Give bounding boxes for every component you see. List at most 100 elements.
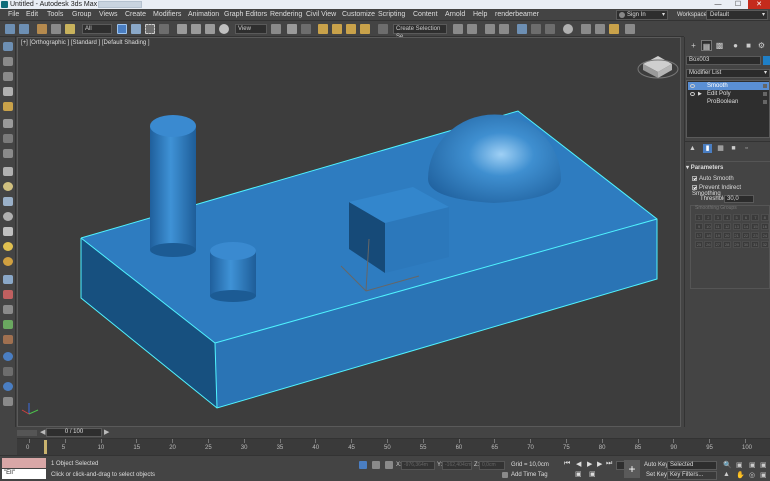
render-production-icon[interactable] bbox=[609, 24, 619, 34]
select-object-icon[interactable] bbox=[117, 24, 127, 34]
expand-icon[interactable]: ▶ bbox=[698, 90, 702, 98]
set-key-label[interactable]: Set Key bbox=[646, 472, 667, 478]
pan-view-icon[interactable]: ✋ bbox=[736, 471, 745, 479]
menu-tools[interactable]: Tools bbox=[47, 10, 63, 20]
maximize-button[interactable]: ☐ bbox=[728, 0, 748, 9]
time-slider-track[interactable] bbox=[17, 430, 37, 436]
smoothing-group-button[interactable]: 2 bbox=[704, 214, 713, 221]
viewport-orthographic[interactable]: [+] [Orthographic ] [Standard ] [Default… bbox=[17, 37, 681, 427]
show-end-result-icon[interactable]: ▮ bbox=[703, 144, 712, 153]
space-warp-icon[interactable] bbox=[3, 305, 13, 314]
pin-stack-icon[interactable]: ▲ bbox=[688, 144, 697, 153]
foliage-icon[interactable] bbox=[3, 335, 13, 344]
sphere-primitive-icon[interactable] bbox=[3, 182, 13, 191]
tall-cylinder[interactable] bbox=[150, 115, 196, 257]
smoothing-group-button[interactable]: 11 bbox=[713, 223, 722, 230]
box-primitive-icon[interactable] bbox=[3, 167, 13, 176]
layer-explorer-icon[interactable] bbox=[499, 24, 509, 34]
camera-icon[interactable] bbox=[3, 275, 13, 284]
orbit-view-icon[interactable]: ◎ bbox=[749, 471, 755, 479]
maxscript-listener-input[interactable]: "Ell" bbox=[2, 469, 46, 479]
hierarchy-tab-icon[interactable]: ▩ bbox=[714, 40, 725, 51]
key-filters-button[interactable]: Key Filters... bbox=[667, 471, 717, 480]
render-setup-icon[interactable] bbox=[581, 24, 591, 34]
maxscript-listener-output[interactable] bbox=[2, 458, 46, 468]
motion-tab-icon[interactable] bbox=[3, 87, 13, 96]
rotate-icon[interactable] bbox=[191, 24, 201, 34]
smoothing-group-button[interactable]: 3 bbox=[713, 214, 722, 221]
field-of-view-icon[interactable]: ▲ bbox=[723, 471, 730, 478]
undo-icon[interactable] bbox=[5, 24, 15, 34]
create-tab-icon[interactable]: + bbox=[688, 40, 699, 51]
smoothing-group-button[interactable]: 26 bbox=[704, 241, 713, 248]
smoothing-group-button[interactable]: 21 bbox=[732, 232, 741, 239]
edit-named-selection-icon[interactable] bbox=[378, 24, 388, 34]
walkthrough-icon[interactable] bbox=[3, 119, 13, 128]
menu-animation[interactable]: Animation bbox=[188, 10, 219, 20]
scale-icon[interactable] bbox=[205, 24, 215, 34]
make-unique-icon[interactable]: ▦ bbox=[716, 144, 725, 153]
menu-content[interactable]: Content bbox=[413, 10, 438, 20]
menu-edit[interactable]: Edit bbox=[26, 10, 38, 20]
menu-renderbeamer[interactable]: renderbeamer bbox=[495, 10, 539, 20]
globe-icon[interactable] bbox=[3, 382, 13, 391]
workspace-dropdown[interactable]: Default ▾ bbox=[706, 10, 768, 20]
title-search-field[interactable] bbox=[98, 1, 142, 8]
reference-coordinate-dropdown[interactable]: View bbox=[235, 24, 267, 34]
hemisphere[interactable] bbox=[428, 114, 561, 203]
smoothing-group-button[interactable]: 16 bbox=[760, 223, 769, 230]
angle-snap-icon[interactable] bbox=[332, 24, 342, 34]
threshold-spinner[interactable]: 30,0 bbox=[724, 195, 754, 203]
eye-icon[interactable] bbox=[690, 84, 695, 88]
smoothing-group-button[interactable]: 5 bbox=[732, 214, 741, 221]
isolate-selection-icon[interactable] bbox=[359, 461, 367, 469]
time-slider[interactable]: ◀ 0 / 100 ▶ bbox=[17, 427, 770, 438]
stack-item-proboolean[interactable]: ProBoolean bbox=[688, 98, 769, 106]
menu-arnold[interactable]: Arnold bbox=[445, 10, 465, 20]
rendered-frame-window-icon[interactable] bbox=[595, 24, 605, 34]
zoom-icon[interactable]: 🔍 bbox=[723, 461, 732, 469]
smoothing-group-button[interactable]: 12 bbox=[723, 223, 732, 230]
modifier-list-dropdown[interactable]: Modifier List ▾ bbox=[686, 69, 770, 78]
snow-icon[interactable] bbox=[3, 352, 13, 361]
time-tag-icon[interactable] bbox=[502, 472, 508, 478]
cone-primitive-icon[interactable] bbox=[3, 227, 13, 236]
scene-explorer-icon[interactable] bbox=[485, 24, 495, 34]
short-cylinder[interactable] bbox=[210, 242, 256, 302]
cylinder-primitive-icon[interactable] bbox=[3, 197, 13, 206]
curve-editor-icon[interactable] bbox=[531, 24, 541, 34]
spinner-snap-icon[interactable] bbox=[360, 24, 370, 34]
smoothing-group-button[interactable]: 27 bbox=[713, 241, 722, 248]
object-name-field[interactable]: Box003 bbox=[686, 56, 761, 65]
checkbox-icon[interactable] bbox=[692, 176, 697, 181]
key-mode-dropdown[interactable]: Selected bbox=[667, 461, 717, 470]
next-frame-icon[interactable]: ▶ bbox=[104, 428, 109, 436]
display-tab-icon[interactable]: ■ bbox=[743, 40, 754, 51]
smoothing-group-button[interactable]: 25 bbox=[695, 241, 703, 248]
view-cube[interactable] bbox=[637, 56, 679, 79]
previous-frame-icon[interactable]: ◀ bbox=[40, 428, 45, 436]
material-editor-icon[interactable] bbox=[563, 24, 573, 34]
viewport-label[interactable]: [+] [Orthographic ] [Standard ] [Default… bbox=[21, 40, 150, 46]
bind-space-warp-icon[interactable] bbox=[65, 24, 75, 34]
smoothing-group-button[interactable]: 13 bbox=[732, 223, 741, 230]
key-mode-icon[interactable]: ▣ bbox=[575, 470, 582, 478]
menu-civil-view[interactable]: Civil View bbox=[306, 10, 336, 20]
track-bar[interactable]: 0 5 10 15 20 25 30 35 40 45 50 55 60 65 70 75 80 85 90 95 10… bbox=[17, 438, 770, 455]
next-key-icon[interactable]: ▶ bbox=[597, 460, 602, 468]
percent-snap-icon[interactable] bbox=[346, 24, 356, 34]
link-icon[interactable] bbox=[37, 24, 47, 34]
smoothing-group-button[interactable]: 31 bbox=[751, 241, 760, 248]
eye-icon[interactable] bbox=[690, 92, 695, 96]
modify-tab-icon[interactable]: ▦ bbox=[701, 40, 712, 51]
smoothing-group-button[interactable]: 29 bbox=[732, 241, 741, 248]
keyboard-shortcut-icon[interactable] bbox=[301, 24, 311, 34]
menu-modifiers[interactable]: Modifiers bbox=[153, 10, 181, 20]
parameters-header[interactable]: ▾ Parameters bbox=[686, 164, 770, 171]
menu-file[interactable]: File bbox=[8, 10, 19, 20]
pivot-icon[interactable] bbox=[271, 24, 281, 34]
sun-light-icon[interactable] bbox=[3, 257, 13, 266]
orbit-icon[interactable] bbox=[3, 134, 13, 143]
scene-canvas[interactable] bbox=[18, 38, 681, 427]
menu-help[interactable]: Help bbox=[473, 10, 487, 20]
